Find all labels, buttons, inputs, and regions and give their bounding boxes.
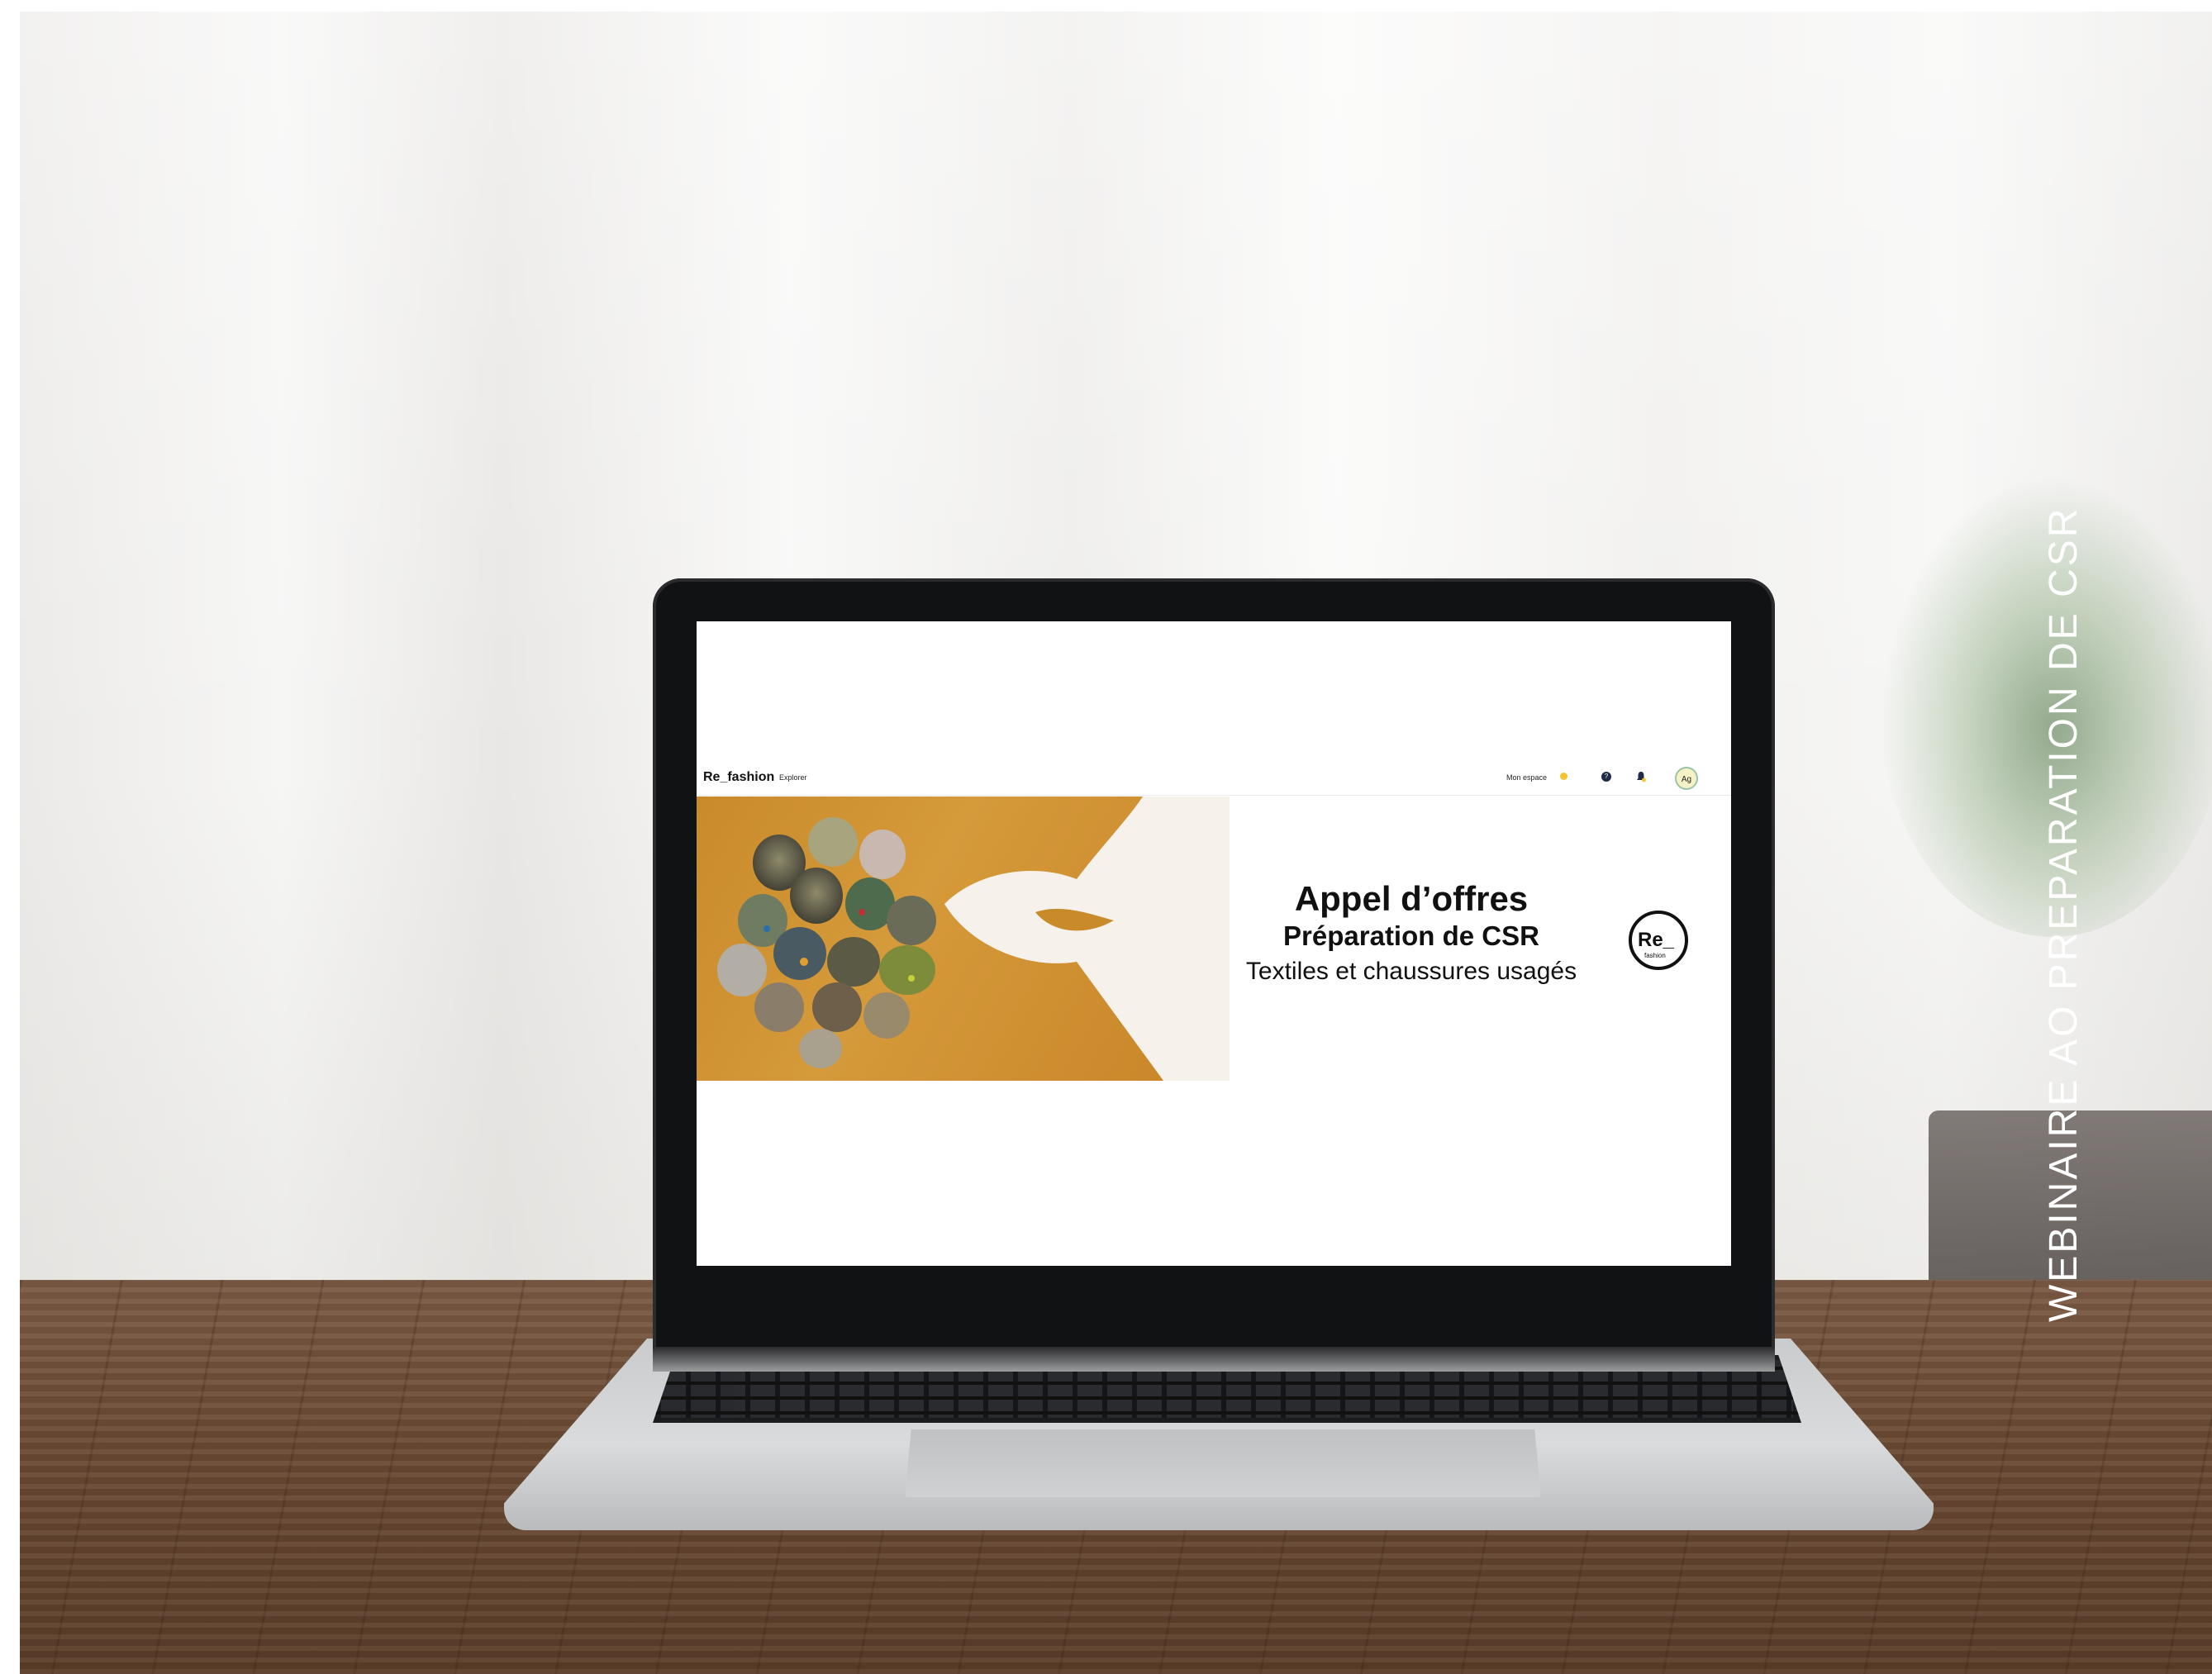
laptop-hinge xyxy=(653,1347,1775,1372)
logo-text: Re_ xyxy=(1638,929,1675,951)
brand-shape xyxy=(944,797,1230,1081)
vertical-caption: WEBINAIRE AO PREPARATION DE CSR xyxy=(2042,506,2086,1322)
mon-espace-badge xyxy=(1560,773,1567,780)
logo-subtext: fashion xyxy=(1644,952,1666,959)
nav-explorer-link[interactable]: Explorer xyxy=(779,773,807,782)
hero-banner: Appel d’offres Préparation de CSR Textil… xyxy=(697,797,1731,1081)
banner-image xyxy=(697,797,1230,1081)
trackpad xyxy=(905,1429,1541,1497)
banner-tagline: Textiles et chaussures usagés xyxy=(1245,958,1577,985)
help-icon[interactable]: ? xyxy=(1601,772,1611,782)
user-avatar[interactable]: Ag xyxy=(1675,767,1698,790)
app-topbar: Re_fashion Explorer Mon espace ? Ag xyxy=(697,762,1731,796)
textile-scraps xyxy=(717,817,936,1068)
refashion-logo: Re_ fashion xyxy=(1629,911,1688,970)
laptop-screen: Re_fashion Explorer Mon espace ? Ag Appe… xyxy=(697,621,1731,1266)
mon-espace-link[interactable]: Mon espace xyxy=(1506,773,1547,782)
banner-title: Appel d’offres xyxy=(1294,879,1529,918)
banner-subtitle: Préparation de CSR xyxy=(1283,920,1539,951)
bell-icon[interactable] xyxy=(1636,771,1646,782)
brand-logo[interactable]: Re_fashion xyxy=(703,770,774,785)
banner-illustration xyxy=(717,797,1230,1081)
